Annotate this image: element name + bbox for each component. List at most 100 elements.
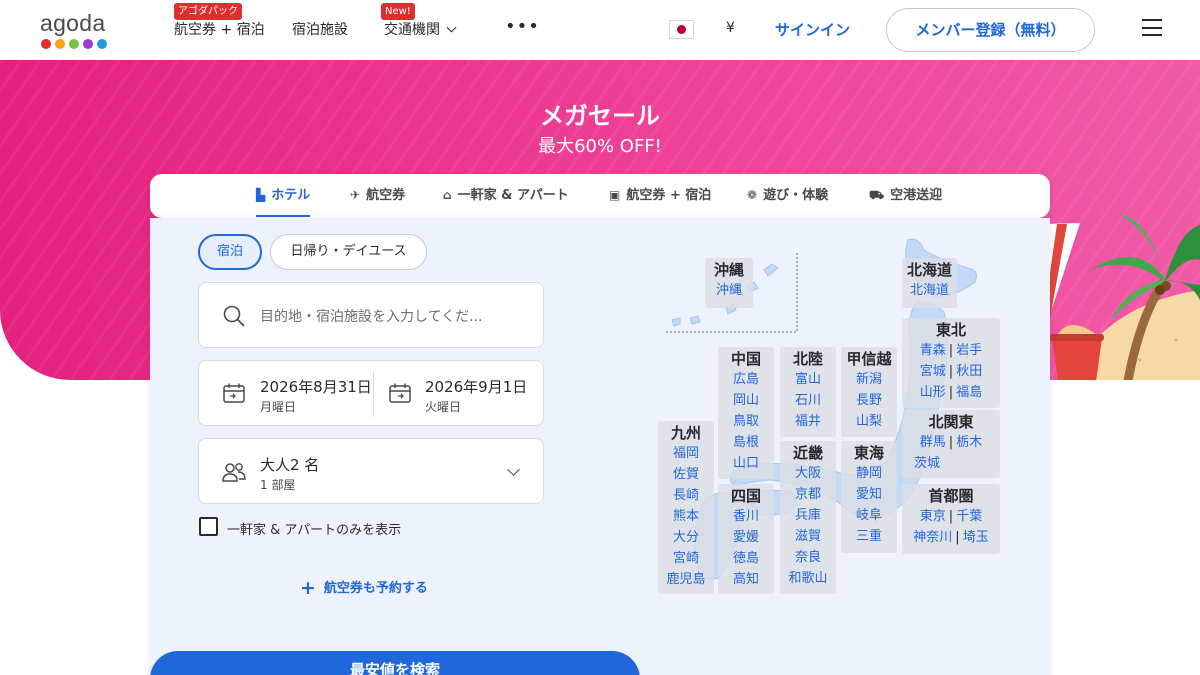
pref-link[interactable]: 長崎: [658, 485, 714, 506]
pref-link[interactable]: 岡山: [718, 390, 774, 411]
pref-row: 青森 | 岩手: [919, 343, 983, 358]
pref-link[interactable]: 大阪: [780, 463, 836, 484]
pref-link[interactable]: 佐賀: [658, 464, 714, 485]
pref-link[interactable]: 静岡: [841, 463, 897, 484]
pref-link[interactable]: 滋賀: [780, 526, 836, 547]
checkout-day: 火曜日: [425, 400, 462, 414]
homes-only-checkbox[interactable]: [199, 517, 218, 536]
tab-packages[interactable]: ▣ 航空券 + 宿泊: [609, 174, 711, 218]
tab-hotel[interactable]: ▙ ホテル: [256, 174, 311, 218]
pref-row: 山形 | 福島: [919, 385, 983, 400]
pref-link[interactable]: 福井: [780, 411, 836, 432]
checkin-date[interactable]: 2026年8月31日: [260, 376, 372, 397]
pref-link[interactable]: 埼玉: [963, 530, 989, 545]
pref-link[interactable]: 広島: [718, 369, 774, 390]
region-kitakanto-title: 北関東: [928, 413, 974, 431]
register-button[interactable]: メンバー登録（無料）: [886, 8, 1095, 52]
region-shutoken: 首都圏 東京 | 千葉 神奈川 | 埼玉: [902, 484, 1000, 554]
pref-link[interactable]: 山形: [920, 385, 946, 400]
tab-airport-transfer-label: 空港送迎: [890, 188, 943, 203]
add-flight-link[interactable]: + 航空券も予約する: [300, 575, 428, 599]
pref-link[interactable]: 千葉: [956, 509, 982, 524]
guests-rooms-field[interactable]: 大人2 名 1 部屋: [198, 438, 544, 504]
nav-transport-label: 交通機関: [384, 22, 440, 38]
pref-link[interactable]: 香川: [718, 506, 774, 527]
homes-only-label[interactable]: 一軒家 & アパートのみを表示: [227, 519, 401, 538]
pref-link[interactable]: 徳島: [718, 548, 774, 569]
nav-transport[interactable]: 交通機関: [384, 19, 457, 39]
pref-link[interactable]: 三重: [841, 526, 897, 547]
checkout-date[interactable]: 2026年9月1日: [425, 376, 527, 397]
checkin-calendar-icon: [223, 383, 245, 403]
pref-link[interactable]: 神奈川: [913, 530, 952, 545]
pref-link[interactable]: 福島: [956, 385, 982, 400]
pref-link[interactable]: 愛媛: [718, 527, 774, 548]
date-picker-field[interactable]: 2026年8月31日 月曜日 2026年9月1日 火曜日: [198, 360, 544, 426]
pref-link[interactable]: 高知: [718, 569, 774, 590]
tab-airport-transfer[interactable]: ⛟ 空港送迎: [869, 174, 942, 218]
sale-title: メガセール: [540, 102, 660, 130]
sale-subtitle: 最大60% OFF!: [538, 136, 662, 157]
pref-link[interactable]: 長野: [841, 390, 897, 411]
pref-link[interactable]: 山口: [718, 453, 774, 474]
pref-link[interactable]: 北海道: [902, 280, 957, 301]
pref-link[interactable]: 熊本: [658, 506, 714, 527]
region-okinawa-title: 沖縄: [713, 261, 744, 279]
region-kinki: 近畿 大阪 京都 兵庫 滋賀 奈良 和歌山: [780, 441, 836, 594]
region-tohoku-title: 東北: [935, 321, 966, 339]
plus-icon: +: [300, 577, 316, 599]
date-divider: [373, 371, 374, 417]
more-menu-icon[interactable]: •••: [505, 16, 540, 37]
overnight-toggle[interactable]: 宿泊: [198, 234, 262, 270]
pref-link[interactable]: 愛知: [841, 484, 897, 505]
logo-dot-red: [41, 39, 51, 49]
pref-link[interactable]: 島根: [718, 432, 774, 453]
pref-link[interactable]: 茨城: [914, 456, 940, 471]
hamburger-menu-icon[interactable]: [1142, 19, 1162, 36]
pref-link[interactable]: 群馬: [920, 435, 946, 450]
pref-link[interactable]: 秋田: [956, 364, 982, 379]
pref-link[interactable]: 宮城: [920, 364, 946, 379]
pref-link[interactable]: 新潟: [841, 369, 897, 390]
pref-link[interactable]: 鳥取: [718, 411, 774, 432]
pref-link[interactable]: 富山: [780, 369, 836, 390]
day-use-toggle[interactable]: 日帰り・デイユース: [270, 234, 427, 270]
chevron-down-icon: [507, 463, 520, 476]
pref-link[interactable]: 栃木: [956, 435, 982, 450]
pref-link[interactable]: 福岡: [658, 443, 714, 464]
pref-link[interactable]: 宮崎: [658, 548, 714, 569]
chevron-down-icon: [446, 22, 457, 33]
region-hokuriku: 北陸 富山 石川 福井: [780, 347, 836, 437]
pref-link[interactable]: 沖縄: [705, 280, 753, 301]
tab-hotel-label: ホテル: [271, 188, 311, 203]
region-hokkaido[interactable]: 北海道 北海道: [902, 258, 957, 308]
tab-activities[interactable]: ❁ 遊び・体験: [747, 174, 828, 218]
agoda-logo[interactable]: agoda: [40, 10, 115, 52]
pref-link[interactable]: 東京: [920, 509, 946, 524]
tab-homes[interactable]: ⌂ 一軒家 & アパート: [443, 174, 569, 218]
region-okinawa[interactable]: 沖縄 沖縄: [705, 258, 753, 308]
house-icon: ⌂: [443, 188, 452, 202]
logo-dot-yellow: [55, 39, 65, 49]
pref-link[interactable]: 山梨: [841, 411, 897, 432]
pref-link[interactable]: 鹿児島: [658, 569, 714, 590]
pref-link[interactable]: 岐阜: [841, 505, 897, 526]
region-hokkaido-title: 北海道: [906, 261, 952, 279]
destination-search-field[interactable]: 目的地・宿泊施設を入力してくだ...: [198, 282, 544, 348]
tab-flights[interactable]: ✈ 航空券: [350, 174, 405, 218]
nav-flight-hotel[interactable]: 航空券 + 宿泊: [174, 19, 265, 39]
search-button[interactable]: 最安値を検索: [150, 651, 640, 675]
pref-link[interactable]: 大分: [658, 527, 714, 548]
pref-link[interactable]: 石川: [780, 390, 836, 411]
currency-selector[interactable]: ¥: [726, 20, 735, 36]
pref-link[interactable]: 兵庫: [780, 505, 836, 526]
nav-accommodation[interactable]: 宿泊施設: [292, 19, 348, 39]
japan-flag-icon[interactable]: [669, 20, 694, 39]
pref-link[interactable]: 岩手: [956, 343, 982, 358]
pref-link[interactable]: 和歌山: [780, 568, 836, 589]
pref-link[interactable]: 青森: [920, 343, 946, 358]
pref-link[interactable]: 京都: [780, 484, 836, 505]
signin-link[interactable]: サインイン: [775, 19, 850, 40]
pref-link[interactable]: 奈良: [780, 547, 836, 568]
pref-row: 茨城: [902, 453, 1000, 474]
